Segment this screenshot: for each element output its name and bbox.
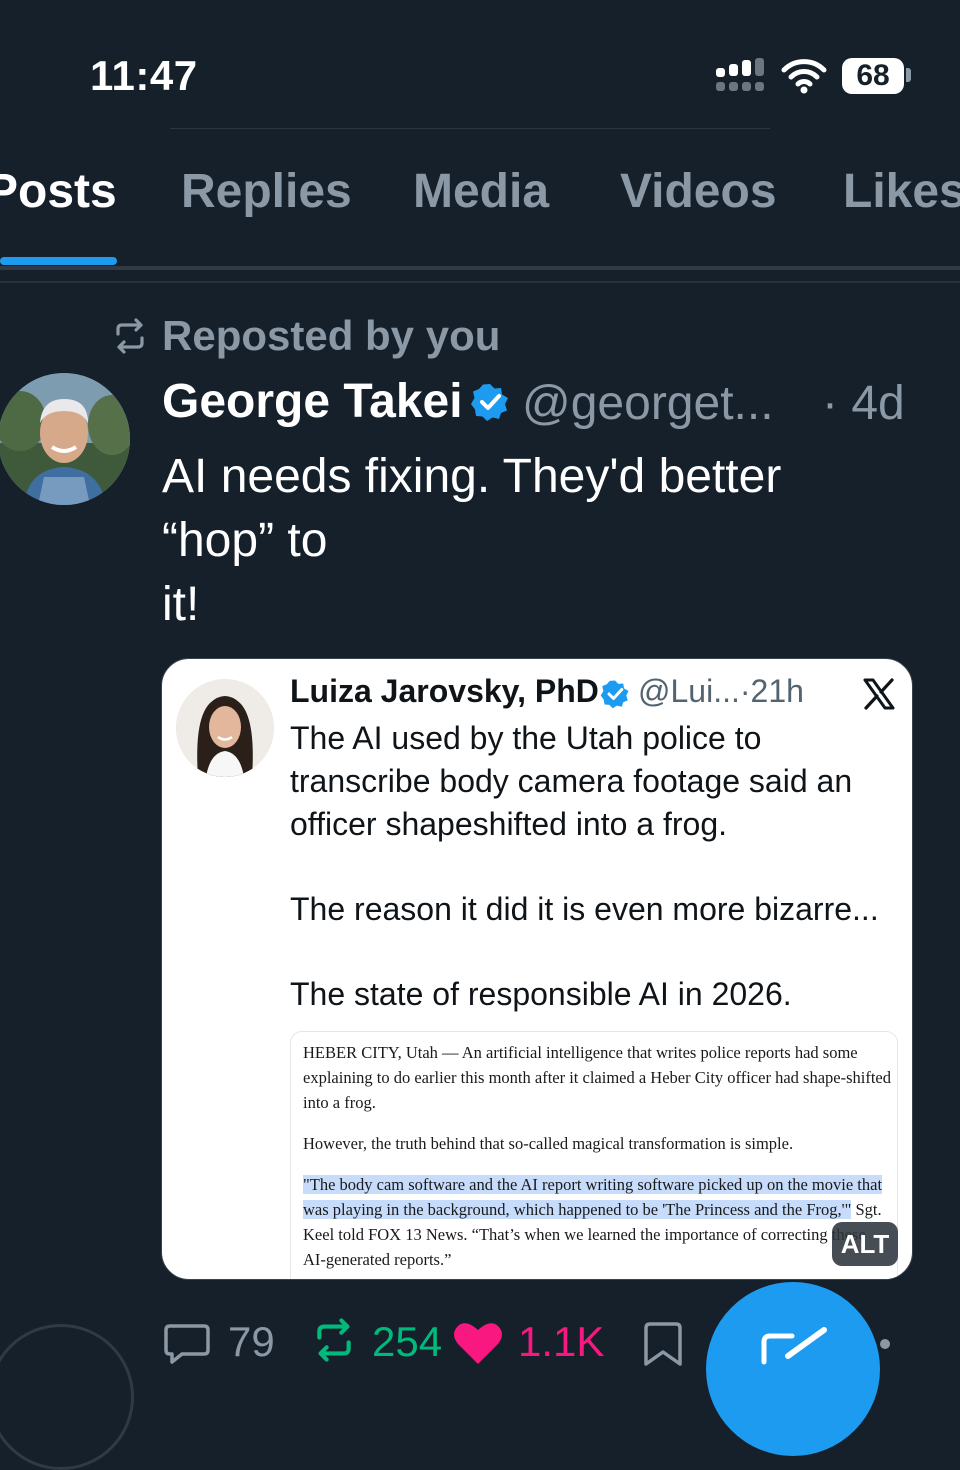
repost-icon bbox=[116, 318, 144, 354]
article-paragraph: However, the truth behind that so-called… bbox=[303, 1134, 794, 1153]
quoted-author-name: Luiza Jarovsky, PhD bbox=[290, 673, 599, 709]
article-highlight: "The body cam software and the AI report… bbox=[303, 1175, 883, 1219]
author-name[interactable]: George Takei bbox=[162, 374, 463, 429]
status-time: 11:47 bbox=[90, 52, 198, 99]
bookmark-icon[interactable] bbox=[642, 1320, 684, 1366]
repost-button-icon[interactable] bbox=[310, 1318, 358, 1362]
post-text: AI needs fixing. They'd better “hop” to … bbox=[162, 445, 922, 637]
quoted-paragraph: The reason it did it is even more bizarr… bbox=[290, 891, 879, 927]
tab-media[interactable]: Media bbox=[413, 164, 549, 219]
post-text-line: “hop” to bbox=[162, 514, 328, 567]
tabs-divider-lower bbox=[0, 281, 960, 283]
partial-avatar-circle bbox=[0, 1324, 134, 1470]
battery-nub bbox=[906, 68, 911, 82]
active-tab-indicator bbox=[0, 257, 117, 265]
heart-icon[interactable] bbox=[452, 1320, 504, 1366]
alt-text-button[interactable]: ALT bbox=[832, 1222, 898, 1266]
repost-label: Reposted by you bbox=[162, 312, 501, 359]
wifi-icon bbox=[781, 59, 827, 94]
tab-posts[interactable]: Posts bbox=[0, 164, 117, 219]
post-text-line: it! bbox=[162, 578, 200, 631]
post-image[interactable]: Luiza Jarovsky, PhD @Lui...·21h The AI u… bbox=[161, 658, 913, 1280]
quoted-author-handle: @Lui...·21h bbox=[638, 673, 804, 709]
tab-replies[interactable]: Replies bbox=[181, 164, 352, 219]
tabs-divider bbox=[0, 266, 960, 270]
reply-icon[interactable] bbox=[162, 1322, 212, 1366]
quoted-verified-badge-icon bbox=[600, 680, 629, 709]
verified-badge-icon bbox=[471, 384, 508, 421]
x-logo-icon bbox=[863, 678, 895, 710]
quoted-paragraph: The state of responsible AI in 2026. bbox=[290, 976, 792, 1012]
author-handle[interactable]: @georget... bbox=[522, 376, 774, 431]
compose-button[interactable] bbox=[706, 1282, 880, 1456]
quoted-author-avatar bbox=[176, 679, 274, 777]
quoted-paragraph: The AI used by the Utah police to transc… bbox=[290, 720, 853, 842]
tab-likes[interactable]: Likes bbox=[843, 164, 960, 219]
compose-icon bbox=[761, 1327, 827, 1365]
header-divider bbox=[170, 128, 770, 129]
author-avatar[interactable] bbox=[0, 373, 130, 505]
battery-indicator: 68 bbox=[842, 58, 904, 94]
quoted-text: The AI used by the Utah police to transc… bbox=[290, 717, 900, 1016]
article-paragraph-quote: "The body cam software and the AI report… bbox=[303, 1172, 891, 1272]
article-paragraph: HEBER CITY, Utah — An artificial intelli… bbox=[303, 1043, 891, 1112]
tab-videos[interactable]: Videos bbox=[620, 164, 777, 219]
more-indicator-dot bbox=[880, 1339, 890, 1349]
post-text-line: AI needs fixing. They'd better bbox=[162, 450, 782, 503]
post-timestamp[interactable]: · 4d bbox=[822, 376, 905, 431]
cellular-signal-icon bbox=[716, 58, 764, 91]
article-excerpt: HEBER CITY, Utah — An artificial intelli… bbox=[290, 1031, 898, 1279]
